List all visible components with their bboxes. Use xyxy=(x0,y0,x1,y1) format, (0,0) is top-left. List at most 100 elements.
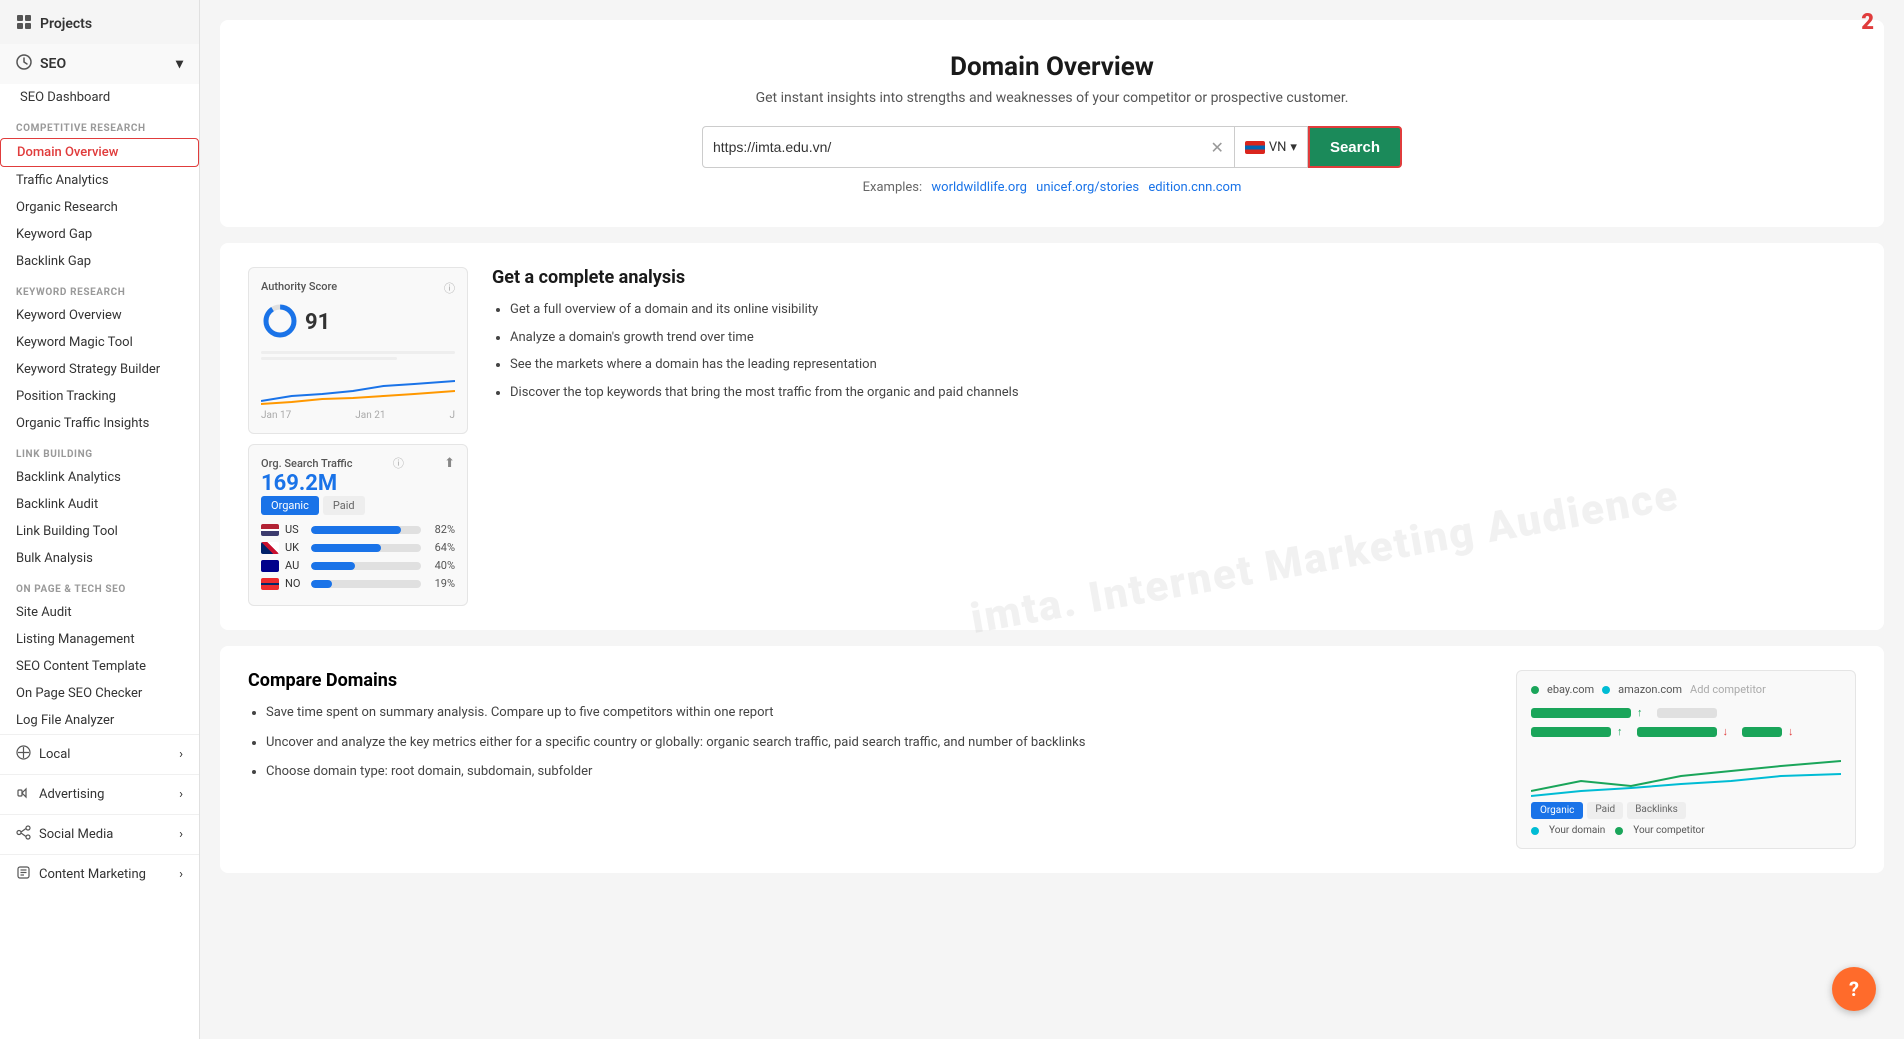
example-link-3[interactable]: edition.cnn.com xyxy=(1148,180,1241,195)
org-traffic-value: 169.2M xyxy=(261,471,455,496)
projects-label: Projects xyxy=(40,16,92,32)
compare-section: Compare Domains Save time spent on summa… xyxy=(220,646,1884,873)
chart-boxes: Authority Score ⓘ 91 xyxy=(248,267,468,606)
compare-bar-row-2: ↑ ↓ ↓ xyxy=(1531,725,1841,738)
sidebar-item-keyword-strategy-builder[interactable]: Keyword Strategy Builder xyxy=(0,356,199,383)
seo-icon xyxy=(16,54,32,74)
search-input[interactable] xyxy=(713,139,1210,155)
sidebar-item-content-marketing-label: Content Marketing xyxy=(39,867,146,882)
sidebar-item-local-label: Local xyxy=(39,747,70,762)
section-label-link-building: LINK BUILDING xyxy=(0,437,199,464)
sidebar-item-on-page-seo-checker[interactable]: On Page SEO Checker xyxy=(0,680,199,707)
sidebar-item-keyword-gap[interactable]: Keyword Gap xyxy=(0,221,199,248)
example-link-1[interactable]: worldwildlife.org xyxy=(931,180,1027,195)
chevron-right-icon-2: › xyxy=(179,787,183,802)
compare-tab-organic[interactable]: Organic xyxy=(1531,802,1583,819)
analysis-text: Get a complete analysis Get a full overv… xyxy=(492,267,1856,410)
example-link-2[interactable]: unicef.org/stories xyxy=(1036,180,1139,195)
compare-legend-bottom: Your domain Your competitor xyxy=(1531,825,1841,836)
flag-uk xyxy=(261,542,279,554)
sidebar: Projects SEO ▾ SEO Dashboard COMPETITIVE… xyxy=(0,0,200,1039)
legend-dot-ebay xyxy=(1531,686,1539,694)
content-marketing-icon xyxy=(16,865,31,884)
sparkline-labels: Jan 17 Jan 21 J xyxy=(261,410,455,421)
section-label-onpage-seo: ON PAGE & TECH SEO xyxy=(0,572,199,599)
bar-row-uk: UK 64% xyxy=(261,541,455,554)
search-input-wrapper: ✕ xyxy=(702,126,1235,168)
analysis-card: Authority Score ⓘ 91 xyxy=(220,243,1884,630)
tab-paid[interactable]: Paid xyxy=(323,496,365,515)
authority-score-info-icon: ⓘ xyxy=(444,280,455,296)
down-arrow-1: ↓ xyxy=(1723,725,1729,738)
compare-point-2: Uncover and analyze the key metrics eith… xyxy=(266,733,1484,753)
chart-export-icon[interactable]: ⬆ xyxy=(444,456,455,471)
legend-dot-amazon xyxy=(1602,686,1610,694)
sidebar-item-social-media[interactable]: Social Media › xyxy=(0,814,199,854)
sidebar-item-log-file-analyzer[interactable]: Log File Analyzer xyxy=(0,707,199,734)
sidebar-item-seo-content-template[interactable]: SEO Content Template xyxy=(0,653,199,680)
compare-tab-paid[interactable]: Paid xyxy=(1587,802,1623,819)
sidebar-item-advertising[interactable]: Advertising › xyxy=(0,774,199,814)
sidebar-item-organic-traffic-insights[interactable]: Organic Traffic Insights xyxy=(0,410,199,437)
sidebar-seo-toggle[interactable]: SEO ▾ xyxy=(0,44,199,84)
examples-label: Examples: xyxy=(863,180,923,195)
analysis-point-3: See the markets where a domain has the l… xyxy=(510,355,1856,375)
compare-bar-row-1: ↑ xyxy=(1531,706,1841,719)
your-domain-label: Your domain xyxy=(1549,825,1605,836)
compare-tab-backlinks[interactable]: Backlinks xyxy=(1627,802,1686,819)
sidebar-item-backlink-audit[interactable]: Backlink Audit xyxy=(0,491,199,518)
flag-au xyxy=(261,560,279,572)
section-label-keyword-research: KEYWORD RESEARCH xyxy=(0,275,199,302)
annotation-2: 2 xyxy=(1861,10,1874,35)
your-competitor-label: Your competitor xyxy=(1633,825,1704,836)
analysis-points-list: Get a full overview of a domain and its … xyxy=(492,300,1856,402)
sidebar-item-projects[interactable]: Projects xyxy=(0,0,199,44)
down-arrow-2: ↓ xyxy=(1788,725,1794,738)
sidebar-item-local[interactable]: Local › xyxy=(0,734,199,774)
sidebar-item-content-marketing[interactable]: Content Marketing › xyxy=(0,854,199,894)
up-arrow-1: ↑ xyxy=(1637,706,1643,719)
lower-section: imta. Internet Marketing Audience Author… xyxy=(220,243,1884,630)
country-code: VN xyxy=(1269,140,1287,155)
country-selector[interactable]: VN ▾ xyxy=(1235,126,1308,168)
sidebar-item-organic-research[interactable]: Organic Research xyxy=(0,194,199,221)
compare-title: Compare Domains xyxy=(248,670,1484,691)
help-button[interactable]: ? xyxy=(1832,967,1876,1011)
advertising-icon xyxy=(16,785,31,804)
sidebar-item-keyword-overview[interactable]: Keyword Overview xyxy=(0,302,199,329)
org-traffic-info-icon: ⓘ xyxy=(393,455,404,471)
compare-bottom-tabs: Organic Paid Backlinks xyxy=(1531,802,1841,819)
legend-ebay: ebay.com xyxy=(1547,683,1594,696)
clear-input-icon[interactable]: ✕ xyxy=(1210,138,1223,157)
search-button[interactable]: Search xyxy=(1308,126,1402,168)
flag-us xyxy=(261,524,279,536)
analysis-point-4: Discover the top keywords that bring the… xyxy=(510,383,1856,403)
sidebar-item-backlink-gap[interactable]: Backlink Gap xyxy=(0,248,199,275)
legend-amazon: amazon.com xyxy=(1618,683,1682,696)
seo-label: SEO xyxy=(40,56,66,72)
page-title: Domain Overview xyxy=(260,52,1844,82)
section-label-competitive-research: COMPETITIVE RESEARCH xyxy=(0,111,199,138)
chevron-right-icon-4: › xyxy=(179,867,183,882)
tab-organic[interactable]: Organic xyxy=(261,496,319,515)
page-subtitle: Get instant insights into strengths and … xyxy=(260,90,1844,106)
sidebar-item-traffic-analytics[interactable]: Traffic Analytics xyxy=(0,167,199,194)
search-row: ✕ VN ▾ Search xyxy=(702,126,1402,168)
sidebar-item-site-audit[interactable]: Site Audit xyxy=(0,599,199,626)
sidebar-item-seo-dashboard[interactable]: SEO Dashboard xyxy=(0,84,199,111)
sidebar-item-listing-management[interactable]: Listing Management xyxy=(0,626,199,653)
authority-score-box: Authority Score ⓘ 91 xyxy=(248,267,468,434)
sidebar-item-backlink-analytics[interactable]: Backlink Analytics xyxy=(0,464,199,491)
sidebar-item-link-building-tool[interactable]: Link Building Tool xyxy=(0,518,199,545)
sidebar-item-position-tracking[interactable]: Position Tracking xyxy=(0,383,199,410)
add-competitor[interactable]: Add competitor xyxy=(1690,683,1766,696)
local-icon xyxy=(16,745,31,764)
social-media-icon xyxy=(16,825,31,844)
compare-point-3: Choose domain type: root domain, subdoma… xyxy=(266,762,1484,782)
sidebar-item-bulk-analysis[interactable]: Bulk Analysis xyxy=(0,545,199,572)
bar-row-no: NO 19% xyxy=(261,577,455,590)
sidebar-item-social-media-label: Social Media xyxy=(39,827,113,842)
sidebar-item-keyword-magic-tool[interactable]: Keyword Magic Tool xyxy=(0,329,199,356)
sidebar-item-domain-overview[interactable]: Domain Overview xyxy=(0,138,199,167)
legend-dot-your-domain xyxy=(1531,827,1539,835)
